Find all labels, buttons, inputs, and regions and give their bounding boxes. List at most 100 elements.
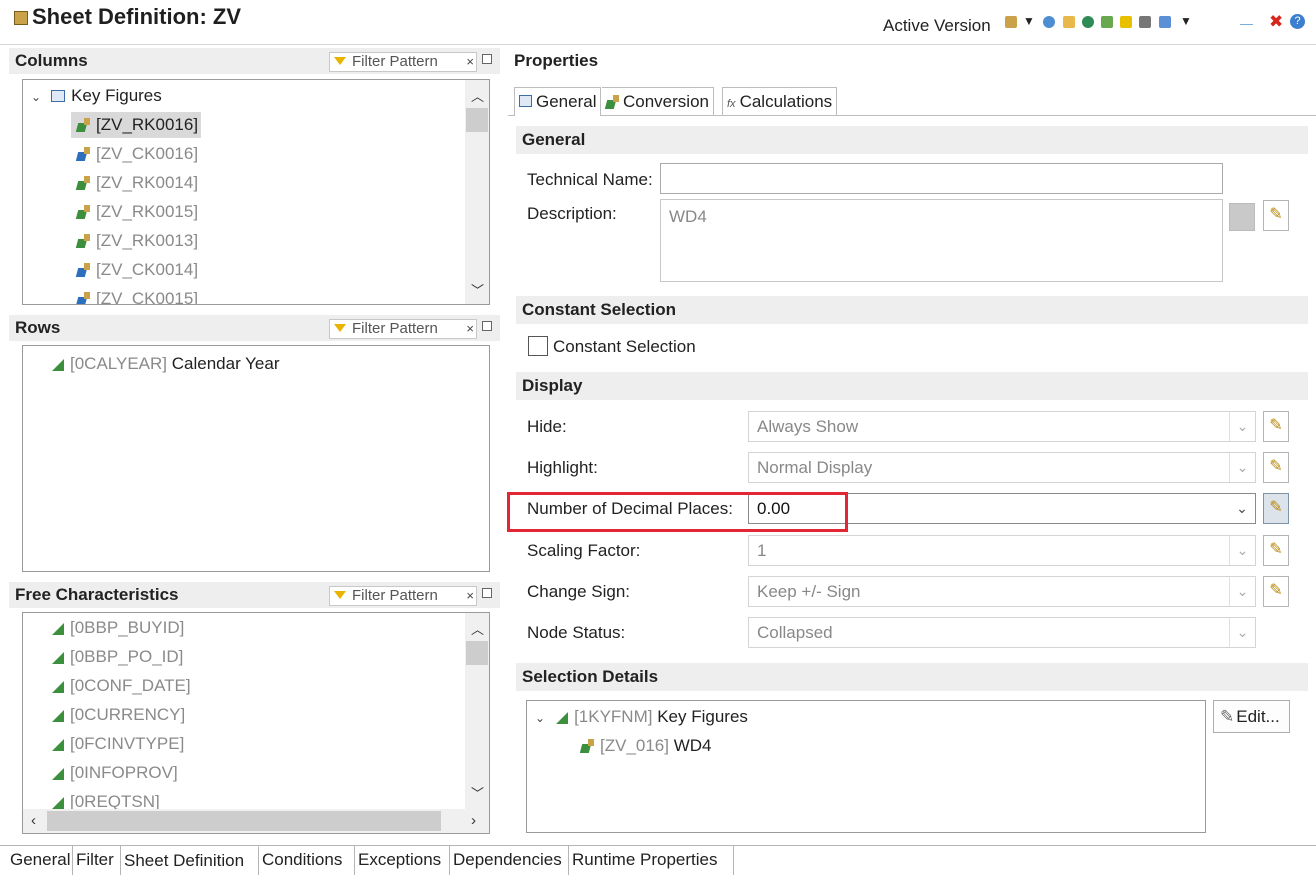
free-characteristic-item[interactable]: [0BBP_PO_ID] [51,647,183,667]
globe-icon[interactable] [1082,16,1094,28]
conversion-icon [606,95,619,109]
free-characteristic-item[interactable]: [0BBP_BUYID] [51,618,184,638]
free-characteristics-filter-input[interactable]: Filter Pattern × [329,586,477,606]
constant-selection-checkbox[interactable] [528,336,548,356]
expand-chevron-icon[interactable]: ⌄ [535,711,545,725]
tools-icon[interactable] [1101,16,1113,28]
document-icon[interactable] [1063,16,1075,28]
chevron-down-icon[interactable]: ⌄ [1229,618,1255,647]
chevron-down-icon[interactable]: ⌄ [1229,453,1255,482]
version-icon[interactable] [1005,16,1017,28]
characteristic-icon [51,766,65,780]
rows-filter-input[interactable]: Filter Pattern × [329,319,477,339]
maximize-icon[interactable] [482,588,492,598]
tab-general[interactable]: General [514,87,602,116]
bottom-tab[interactable]: Exceptions [355,846,450,875]
version-dropdown-icon[interactable]: ▼ [1023,14,1035,28]
column-item[interactable]: [ZV_RK0015] [77,202,198,222]
columns-filter-input[interactable]: Filter Pattern × [329,52,477,72]
scrollbar-thumb[interactable] [466,641,488,665]
bottom-tab[interactable]: Sheet Definition [121,846,259,875]
display-field-dropdown[interactable]: Keep +/- Sign ⌄ [748,576,1256,607]
more-dropdown-icon[interactable]: ▼ [1180,14,1192,28]
edit-description-pencil-icon[interactable]: ✎ [1263,200,1289,231]
tree-node-key-figures[interactable]: ⌄ Key Figures [31,86,162,106]
bottom-tab[interactable]: Runtime Properties [569,846,734,875]
structure-icon[interactable] [1139,16,1151,28]
database-icon[interactable] [1120,16,1132,28]
chevron-down-icon[interactable]: ⌄ [1229,494,1255,523]
link-icon[interactable] [1159,16,1171,28]
properties-title: Properties [508,48,1316,74]
free-characteristic-item[interactable]: [0CONF_DATE] [51,676,191,696]
scroll-left-icon[interactable]: ‹ [31,812,36,829]
technical-name-input[interactable] [660,163,1223,194]
chevron-down-icon[interactable]: ⌄ [1229,577,1255,606]
tree-node-calendar-year[interactable]: [0CALYEAR] Calendar Year [51,354,280,374]
clear-filter-icon[interactable]: × [466,320,474,338]
characteristic-icon [51,795,65,809]
edit-pencil-icon[interactable]: ✎ [1263,452,1289,483]
display-field-dropdown[interactable]: Collapsed ⌄ [748,617,1256,648]
free-characteristic-item[interactable]: [0CURRENCY] [51,705,185,725]
scroll-right-icon[interactable]: › [471,812,476,829]
selection-node-wd4[interactable]: [ZV_016] WD4 [581,736,712,756]
column-item[interactable]: [ZV_RK0016] [77,115,198,135]
free-characteristic-item[interactable]: [0INFOPROV] [51,763,178,783]
display-field-label: Change Sign: [527,582,631,601]
selection-details-tree: ⌄ [1KYFNM] Key Figures [ZV_016] WD4 [526,700,1206,833]
restricted-key-figure-icon [77,176,91,190]
column-item[interactable]: [ZV_RK0013] [77,231,198,251]
technical-name-label: Technical Name: [527,170,653,189]
clear-filter-icon[interactable]: × [466,587,474,605]
bottom-tab[interactable]: Conditions [259,846,355,875]
characteristic-icon [51,621,65,635]
clear-filter-icon[interactable]: × [466,53,474,71]
selection-node-key-figures[interactable]: ⌄ [1KYFNM] Key Figures [535,707,748,727]
minimize-icon[interactable]: — [1240,16,1253,31]
restricted-key-figure-icon [77,234,91,248]
column-item[interactable]: [ZV_CK0015] [77,289,198,304]
editor-title: Sheet Definition: ZV [14,4,241,30]
column-item[interactable]: [ZV_CK0014] [77,260,198,280]
free-characteristic-item[interactable]: [0FCINVTYPE] [51,734,184,754]
calculated-key-figure-icon [77,263,91,277]
display-field-dropdown[interactable]: Always Show ⌄ [748,411,1256,442]
constant-selection-label: Constant Selection [553,337,696,356]
tab-conversion[interactable]: Conversion [602,87,714,115]
description-label: Description: [527,204,617,223]
tab-calculations[interactable]: fx Calculations [722,87,838,115]
close-icon[interactable]: ✖ [1269,12,1283,32]
chevron-down-icon[interactable]: ⌄ [1229,536,1255,565]
edit-pencil-icon[interactable]: ✎ [1263,493,1289,524]
expand-chevron-icon[interactable]: ⌄ [31,90,41,104]
filter-icon [334,57,346,65]
general-section-title: General [516,126,1308,154]
display-field-dropdown[interactable]: 1 ⌄ [748,535,1256,566]
scroll-up-icon[interactable]: ︿ [471,86,484,105]
characteristic-icon [51,737,65,751]
scroll-down-icon[interactable]: ﹀ [471,280,484,299]
bottom-tab[interactable]: General [7,846,73,875]
maximize-icon[interactable] [482,321,492,331]
edit-pencil-icon[interactable]: ✎ [1263,576,1289,607]
chevron-down-icon[interactable]: ⌄ [1229,412,1255,441]
translate-icon[interactable] [1229,203,1255,231]
maximize-icon[interactable] [482,54,492,64]
column-item[interactable]: [ZV_RK0014] [77,173,198,193]
bottom-tab[interactable]: Filter [73,846,121,875]
scroll-down-icon[interactable]: ﹀ [471,783,484,802]
column-item[interactable]: [ZV_CK0016] [77,144,198,164]
scroll-up-icon[interactable]: ︿ [471,619,484,638]
bottom-tab[interactable]: Dependencies [450,846,569,875]
display-field-dropdown[interactable]: Normal Display ⌄ [748,452,1256,483]
refresh-icon[interactable] [1043,16,1055,28]
edit-pencil-icon[interactable]: ✎ [1263,535,1289,566]
description-input[interactable]: WD4 [660,199,1223,282]
scrollbar-thumb[interactable] [466,108,488,132]
edit-pencil-icon[interactable]: ✎ [1263,411,1289,442]
hscrollbar-thumb[interactable] [47,811,441,831]
edit-selection-button[interactable]: ✎ Edit... [1213,700,1290,733]
help-icon[interactable]: ? [1290,14,1305,29]
selection-details-section-title: Selection Details [516,663,1308,691]
